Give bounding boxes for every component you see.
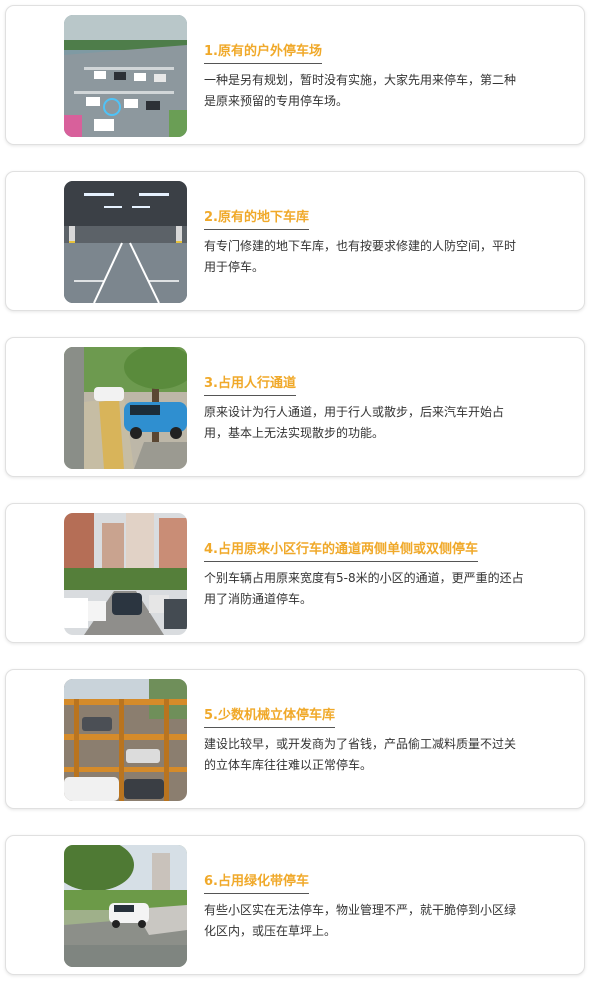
card-description: 原来设计为行人通道，用于行人或散步，后来汽车开始占用，基本上无法实现散步的功能。: [204, 405, 505, 440]
card-title: 3.占用人行通道: [204, 376, 296, 396]
parking-card-underground-garage[interactable]: 2.原有的地下车库 有专门修建的地下车库，也有按要求修建的人防空间，平时用于停车…: [5, 171, 585, 311]
card-title: 4.占用原来小区行车的通道两侧单侧或双侧停车: [204, 542, 478, 562]
outdoor-parking-lot-image: [64, 15, 187, 137]
card-description: 个别车辆占用原来宽度有5-8米的小区的通道，更严重的还占用了消防通道停车。: [204, 571, 524, 606]
card-title: 5.少数机械立体停车库: [204, 708, 335, 728]
card-title: 1.原有的户外停车场: [204, 44, 322, 64]
card-title: 6.占用绿化带停车: [204, 874, 309, 894]
mechanical-stacker-garage-image: [64, 679, 187, 801]
card-title: 2.原有的地下车库: [204, 210, 309, 230]
parking-card-outdoor-lot[interactable]: 1.原有的户外停车场 一种是另有规划，暂时没有实施，大家先用来停车，第二种是原来…: [5, 5, 585, 145]
parking-card-green-belt[interactable]: 6.占用绿化带停车 有些小区实在无法停车，物业管理不严，就干脆停到小区绿化区内，…: [5, 835, 585, 975]
parking-card-residential-road[interactable]: 4.占用原来小区行车的通道两侧单侧或双侧停车 个别车辆占用原来宽度有5-8米的小…: [5, 503, 585, 643]
parking-card-sidewalk[interactable]: 3.占用人行通道 原来设计为行人通道，用于行人或散步，后来汽车开始占用，基本上无…: [5, 337, 585, 477]
green-belt-parking-image: [64, 845, 187, 967]
underground-garage-image: [64, 181, 187, 303]
parking-types-list: 1.原有的户外停车场 一种是另有规划，暂时没有实施，大家先用来停车，第二种是原来…: [0, 0, 592, 983]
card-description: 有专门修建的地下车库，也有按要求修建的人防空间，平时用于停车。: [204, 239, 517, 274]
parking-card-mechanical-garage[interactable]: 5.少数机械立体停车库 建设比较早，或开发商为了省钱，产品偷工减料质量不过关的立…: [5, 669, 585, 809]
card-description: 一种是另有规划，暂时没有实施，大家先用来停车，第二种是原来预留的专用停车场。: [204, 73, 517, 108]
card-description: 建设比较早，或开发商为了省钱，产品偷工减料质量不过关的立体车库往往难以正常停车。: [204, 737, 517, 772]
residential-road-parking-image: [64, 513, 187, 635]
card-description: 有些小区实在无法停车，物业管理不严，就干脆停到小区绿化区内，或压在草坪上。: [204, 903, 517, 938]
sidewalk-parking-image: [64, 347, 187, 469]
